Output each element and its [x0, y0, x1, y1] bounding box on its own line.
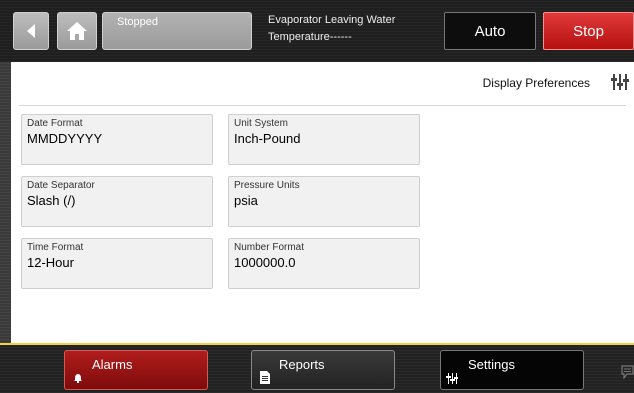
field-value: 12-Hour	[27, 255, 74, 270]
field-value: Slash (/)	[27, 193, 76, 208]
alarms-button[interactable]: Alarms	[64, 350, 208, 390]
unit-system-field[interactable]: Unit System Inch-Pound	[228, 114, 420, 165]
bell-icon	[74, 374, 82, 383]
bottom-nav-bar: Alarms Reports Settings	[0, 345, 634, 393]
settings-button[interactable]: Settings	[440, 350, 584, 390]
field-value: psia	[234, 193, 258, 208]
back-button[interactable]	[13, 12, 49, 50]
home-icon	[67, 22, 87, 40]
left-arrow-icon	[27, 24, 35, 38]
readout-line-1: Evaporator Leaving Water	[268, 14, 396, 26]
field-label: Pressure Units	[234, 180, 300, 191]
top-bar: Stopped Evaporator Leaving Water Tempera…	[0, 0, 634, 62]
field-value: 1000000.0	[234, 255, 296, 270]
home-button[interactable]	[57, 12, 97, 50]
time-format-field[interactable]: Time Format 12-Hour	[21, 238, 213, 289]
display-preferences-panel: Display Preferences Date Format MMDDYYYY…	[11, 62, 634, 343]
document-icon	[260, 371, 270, 384]
evaporator-leaving-water-readout: Evaporator Leaving Water Temperature----…	[268, 12, 428, 46]
status-indicator: Stopped	[102, 12, 252, 50]
number-format-field[interactable]: Number Format 1000000.0	[228, 238, 420, 289]
stop-button[interactable]: Stop	[543, 12, 634, 50]
settings-label: Settings	[468, 357, 515, 372]
field-value: MMDDYYYY	[27, 131, 103, 146]
field-value: Inch-Pound	[234, 131, 301, 146]
field-label: Unit System	[234, 118, 288, 129]
date-separator-field[interactable]: Date Separator Slash (/)	[21, 176, 213, 227]
chat-icon[interactable]	[621, 365, 634, 379]
field-label: Date Format	[27, 118, 83, 129]
page-title: Display Preferences	[482, 76, 590, 90]
reports-label: Reports	[279, 357, 325, 372]
readout-line-2: Temperature------	[268, 31, 352, 43]
sliders-icon	[446, 373, 458, 384]
status-text: Stopped	[117, 16, 158, 28]
field-label: Number Format	[234, 242, 305, 253]
divider	[19, 105, 626, 106]
alarms-label: Alarms	[92, 357, 133, 372]
auto-button[interactable]: Auto	[444, 12, 536, 50]
field-label: Time Format	[27, 242, 84, 253]
left-edge-strip	[0, 62, 11, 343]
sliders-icon	[611, 74, 629, 90]
reports-button[interactable]: Reports	[251, 350, 395, 390]
pressure-units-field[interactable]: Pressure Units psia	[228, 176, 420, 227]
field-label: Date Separator	[27, 180, 95, 191]
date-format-field[interactable]: Date Format MMDDYYYY	[21, 114, 213, 165]
